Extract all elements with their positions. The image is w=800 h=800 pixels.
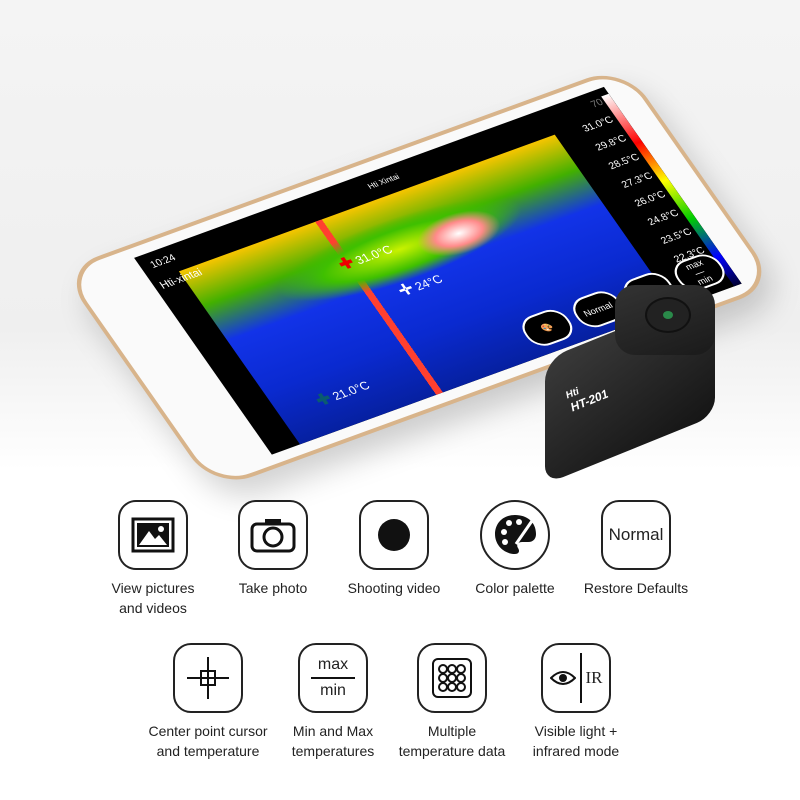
scale-label: 26.0°C [632,189,669,210]
normal-icon-text: Normal [608,525,664,544]
feature-label: Color palette [475,580,555,596]
feature-center-cursor: Center point cursor and temperature [143,643,273,761]
feature-label: Restore Defaults [583,580,689,596]
feature-color-palette: Color palette [450,500,580,598]
product-photo: ✚ 31.0°C ✛ 24°C ✚ 21.0°C 10:24 Hti Xinta… [0,0,800,491]
feature-min-max: max min Min and Max temperatures [268,643,398,761]
max-text: max [317,656,349,673]
scale-label: 23.5°C [658,226,695,247]
min-cursor: ✚ 21.0°C [312,375,374,410]
normal-icon: Normal [601,500,671,570]
app-logo: Hti Xintai [365,171,401,191]
scale-label: 27.3°C [619,170,656,191]
feature-label: Center point cursor and temperature [148,723,268,759]
feature-label: Visible light + infrared mode [532,723,620,759]
scale-label: 29.8°C [593,133,629,154]
center-temp: 24°C [411,272,446,294]
thermal-camera-device: Hti HT-201 [545,285,720,485]
feature-take-photo: Take photo [208,500,338,598]
center-cursor: ✛ 24°C [394,269,447,301]
max-label: max [682,257,705,272]
status-time: 10:24 [147,252,178,271]
divider [579,653,582,703]
camera-lens [645,297,691,333]
max-min-icon: max min [298,643,368,713]
feature-view-pictures: View pictures and videos [88,500,218,618]
crosshair-icon [173,643,243,713]
scale-label: 24.8°C [645,208,682,228]
min-text: min [320,682,346,699]
scale-label: 31.0°C [580,114,616,135]
min-temp: 21.0°C [329,378,373,403]
feature-multiple-data: Multiple temperature data [387,643,517,761]
feature-label: Multiple temperature data [398,723,506,759]
feature-label: Shooting video [347,580,441,596]
feature-restore-defaults: Normal Restore Defaults [571,500,701,598]
divider [311,677,355,679]
feature-visible-ir: IR Visible light + infrared mode [511,643,641,761]
ir-text: IR [585,668,603,687]
scale-label: 28.5°C [606,152,642,172]
feature-shooting-video: Shooting video [329,500,459,598]
grid-dots-icon [417,643,487,713]
record-icon [359,500,429,570]
camera-icon [238,500,308,570]
feature-label: Take photo [238,580,308,596]
eye-ir-icon: IR [541,643,611,713]
palette-icon [480,500,550,570]
feature-label: Min and Max temperatures [291,723,375,759]
max-cursor: ✚ 31.0°C [334,239,396,274]
feature-label: View pictures and videos [111,580,195,616]
picture-icon [118,500,188,570]
max-temp: 31.0°C [352,242,396,267]
